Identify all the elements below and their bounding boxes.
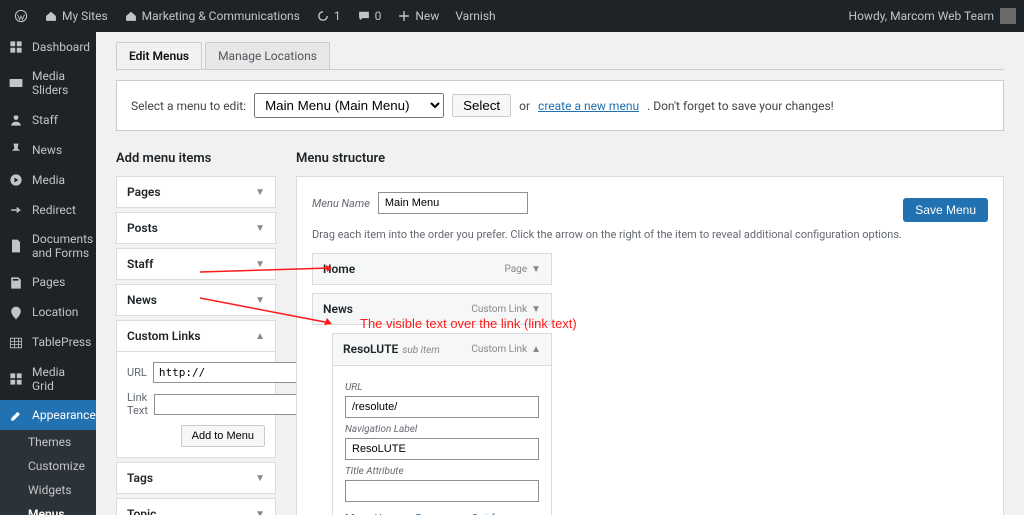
nav-tabs: Edit Menus Manage Locations: [116, 42, 1004, 70]
acc-news[interactable]: News▼: [116, 284, 276, 316]
menu-item-resolute-head[interactable]: ResoLUTEsub item Custom Link ▲: [333, 334, 551, 365]
menu-select[interactable]: Main Menu (Main Menu): [254, 93, 444, 118]
arrow-icon: [8, 202, 24, 218]
url-field-label: URL: [345, 382, 539, 393]
sidebar-media-sliders[interactable]: Media Sliders: [0, 62, 96, 105]
location-icon: [8, 305, 24, 321]
select-button[interactable]: Select: [452, 94, 511, 117]
linktext-label: Link Text: [127, 391, 148, 417]
pin-icon: [8, 142, 24, 158]
menu-name-input[interactable]: [378, 192, 528, 214]
admin-bar: My Sites Marketing & Communications 1 0 …: [0, 0, 1024, 32]
acc-topic[interactable]: Topic▼: [116, 498, 276, 515]
chevron-down-icon: ▼: [531, 304, 541, 315]
tab-edit-menus[interactable]: Edit Menus: [116, 42, 202, 69]
sidebar-media[interactable]: Media: [0, 165, 96, 195]
my-sites[interactable]: My Sites: [38, 0, 114, 32]
acc-tags[interactable]: Tags▼: [116, 462, 276, 494]
nav-label-label: Navigation Label: [345, 424, 539, 435]
url-input[interactable]: [153, 362, 312, 383]
chevron-down-icon: ▼: [255, 187, 265, 198]
sidebar-redirect[interactable]: Redirect: [0, 195, 96, 225]
sidebar-documents[interactable]: Documents and Forms: [0, 225, 96, 268]
submenu-widgets[interactable]: Widgets: [0, 478, 96, 502]
user-icon: [8, 112, 24, 128]
sidebar-appearance[interactable]: Appearance: [0, 400, 96, 430]
media-icon: [8, 172, 24, 188]
linktext-input[interactable]: [154, 394, 313, 415]
menu-item-resolute: ResoLUTEsub item Custom Link ▲ URL Navig…: [332, 333, 552, 515]
sidebar-dashboard[interactable]: Dashboard: [0, 32, 96, 62]
menu-item-home[interactable]: HomePage ▼: [312, 253, 552, 285]
sidebar-pages[interactable]: Pages: [0, 268, 96, 298]
or-text: or: [519, 99, 530, 113]
chevron-down-icon: ▼: [255, 259, 265, 270]
sidebar-news[interactable]: News: [0, 135, 96, 165]
acc-posts[interactable]: Posts▼: [116, 212, 276, 244]
document-icon: [8, 238, 24, 254]
grid-icon: [8, 371, 24, 387]
varnish[interactable]: Varnish: [449, 0, 501, 32]
house-icon: [124, 9, 138, 23]
content-area: Edit Menus Manage Locations Select a men…: [96, 32, 1024, 515]
table-icon: [8, 335, 24, 351]
chevron-down-icon: ▼: [255, 295, 265, 306]
chevron-up-icon: ▲: [531, 344, 541, 355]
create-menu-link[interactable]: create a new menu: [538, 99, 639, 113]
tab-manage-locations[interactable]: Manage Locations: [205, 42, 330, 69]
acc-staff[interactable]: Staff▼: [116, 248, 276, 280]
add-items-heading: Add menu items: [116, 151, 276, 166]
submenu-customize[interactable]: Customize: [0, 454, 96, 478]
pages-icon: [8, 275, 24, 291]
dashboard-icon: [8, 39, 24, 55]
helper-text: Drag each item into the order you prefer…: [312, 228, 988, 241]
title-attr-label: Title Attribute: [345, 466, 539, 477]
admin-sidebar: Dashboard Media Sliders Staff News Media…: [0, 32, 96, 515]
structure-box: Menu Name Save Menu Drag each item into …: [296, 176, 1004, 515]
chevron-down-icon: ▼: [255, 223, 265, 234]
site-link[interactable]: Marketing & Communications: [118, 0, 306, 32]
save-menu-button[interactable]: Save Menu: [903, 198, 988, 222]
resolute-url-input[interactable]: [345, 396, 539, 418]
menu-structure-heading: Menu structure: [296, 151, 1004, 166]
url-label: URL: [127, 366, 147, 379]
sidebar-media-grid[interactable]: Media Grid: [0, 358, 96, 401]
menu-item-news[interactable]: NewsCustom Link ▼: [312, 293, 552, 325]
sidebar-tablepress[interactable]: TablePress: [0, 328, 96, 358]
submenu-menus[interactable]: Menus: [0, 502, 96, 515]
submenu-themes[interactable]: Themes: [0, 430, 96, 454]
menu-name-label: Menu Name: [312, 197, 370, 210]
slider-icon: [8, 75, 24, 91]
comments[interactable]: 0: [351, 0, 388, 32]
resolute-title-attr-input[interactable]: [345, 480, 539, 502]
sidebar-location[interactable]: Location: [0, 298, 96, 328]
brush-icon: [8, 407, 24, 423]
select-label: Select a menu to edit:: [131, 99, 246, 113]
menu-select-row: Select a menu to edit: Main Menu (Main M…: [116, 80, 1004, 131]
updates[interactable]: 1: [310, 0, 347, 32]
acc-custom-links-head[interactable]: Custom Links▲: [117, 321, 275, 351]
add-to-menu-button[interactable]: Add to Menu: [181, 425, 265, 447]
chevron-down-icon: ▼: [255, 473, 265, 484]
howdy-text[interactable]: Howdy, Marcom Web Team: [849, 9, 994, 23]
resolute-nav-input[interactable]: [345, 438, 539, 460]
chevron-down-icon: ▼: [531, 264, 541, 275]
comment-icon: [357, 9, 371, 23]
trailer-text: . Don't forget to save your changes!: [647, 99, 834, 113]
refresh-icon: [316, 9, 330, 23]
house-icon: [44, 9, 58, 23]
sidebar-staff[interactable]: Staff: [0, 105, 96, 135]
plus-icon: [397, 9, 411, 23]
chevron-down-icon: ▼: [255, 509, 265, 515]
acc-pages[interactable]: Pages▼: [116, 176, 276, 208]
acc-custom-links: Custom Links▲ URL Link Text Add to Menu: [116, 320, 276, 458]
wp-logo[interactable]: [8, 0, 34, 32]
new-content[interactable]: New: [391, 0, 445, 32]
chevron-up-icon: ▲: [255, 331, 265, 342]
avatar[interactable]: [1000, 8, 1016, 24]
